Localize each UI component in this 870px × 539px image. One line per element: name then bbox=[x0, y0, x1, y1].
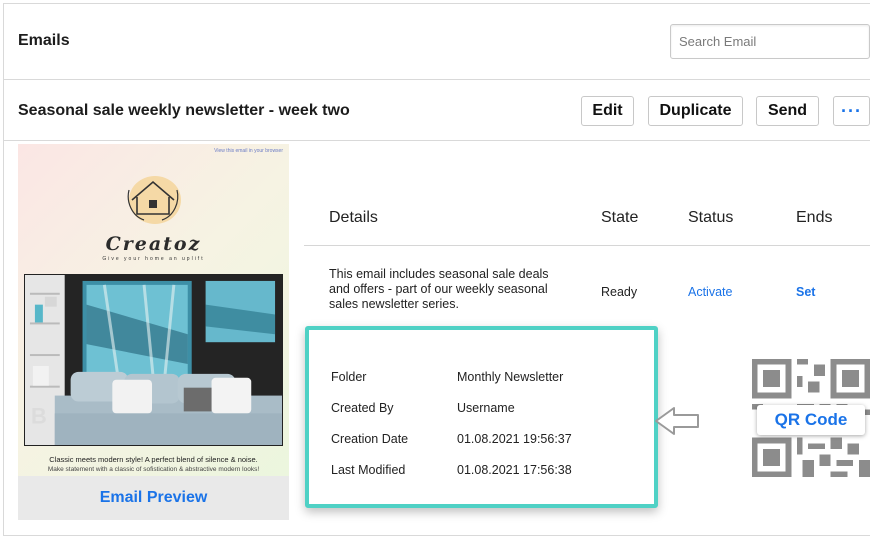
info-label-folder: Folder bbox=[331, 370, 367, 384]
info-value-folder: Monthly Newsletter bbox=[457, 370, 564, 384]
table-divider bbox=[304, 245, 870, 246]
living-room-image: B bbox=[24, 274, 283, 446]
column-header-state: State bbox=[601, 209, 639, 226]
arrow-left-icon bbox=[655, 407, 699, 435]
email-preview-footer[interactable]: Email Preview bbox=[18, 476, 289, 520]
column-header-status: Status bbox=[688, 209, 734, 226]
email-subject: Seasonal sale weekly newsletter - week t… bbox=[18, 102, 350, 119]
view-in-browser-link[interactable]: View this email in your browser bbox=[214, 148, 283, 154]
info-label-creation-date: Creation Date bbox=[331, 432, 409, 446]
column-header-details: Details bbox=[329, 209, 378, 226]
brand-name: Creatoz bbox=[105, 233, 202, 255]
email-preview-link[interactable]: Email Preview bbox=[100, 489, 208, 507]
info-label-created-by: Created By bbox=[331, 401, 394, 415]
preview-caption-line1: Classic meets modern style! A perfect bl… bbox=[49, 455, 258, 464]
preview-caption-line2: Make statement with a classic of sofisti… bbox=[47, 466, 260, 473]
email-preview-card[interactable]: View this email in your browser Creatoz … bbox=[18, 144, 289, 520]
info-value-created-by: Username bbox=[457, 401, 515, 415]
info-label-last-modified: Last Modified bbox=[331, 463, 406, 477]
state-value: Ready bbox=[601, 285, 638, 299]
activate-link[interactable]: Activate bbox=[688, 285, 732, 299]
svg-text:B: B bbox=[31, 403, 47, 428]
more-options-button[interactable]: ··· bbox=[833, 96, 870, 126]
send-button[interactable]: Send bbox=[756, 96, 819, 126]
qr-code-button[interactable]: QR Code bbox=[757, 405, 865, 435]
search-email-input[interactable] bbox=[670, 24, 870, 59]
duplicate-button[interactable]: Duplicate bbox=[648, 96, 743, 126]
email-description: This email includes seasonal sale deals … bbox=[329, 267, 549, 311]
brand-tagline: Give your home an uplift bbox=[102, 256, 205, 262]
email-info-box: Folder Monthly Newsletter Created By Use… bbox=[305, 326, 658, 508]
house-logo-icon bbox=[127, 176, 181, 224]
page-title: Emails bbox=[18, 32, 70, 49]
email-panel: Emails Seasonal sale weekly newsletter -… bbox=[3, 3, 870, 536]
info-value-creation-date: 01.08.2021 19:56:37 bbox=[457, 432, 572, 446]
page-header: Emails bbox=[4, 4, 870, 80]
edit-button[interactable]: Edit bbox=[581, 96, 634, 126]
email-toolbar: Seasonal sale weekly newsletter - week t… bbox=[4, 81, 870, 141]
info-value-last-modified: 01.08.2021 17:56:38 bbox=[457, 463, 572, 477]
set-end-link[interactable]: Set bbox=[796, 285, 815, 299]
column-header-ends: Ends bbox=[796, 209, 833, 226]
